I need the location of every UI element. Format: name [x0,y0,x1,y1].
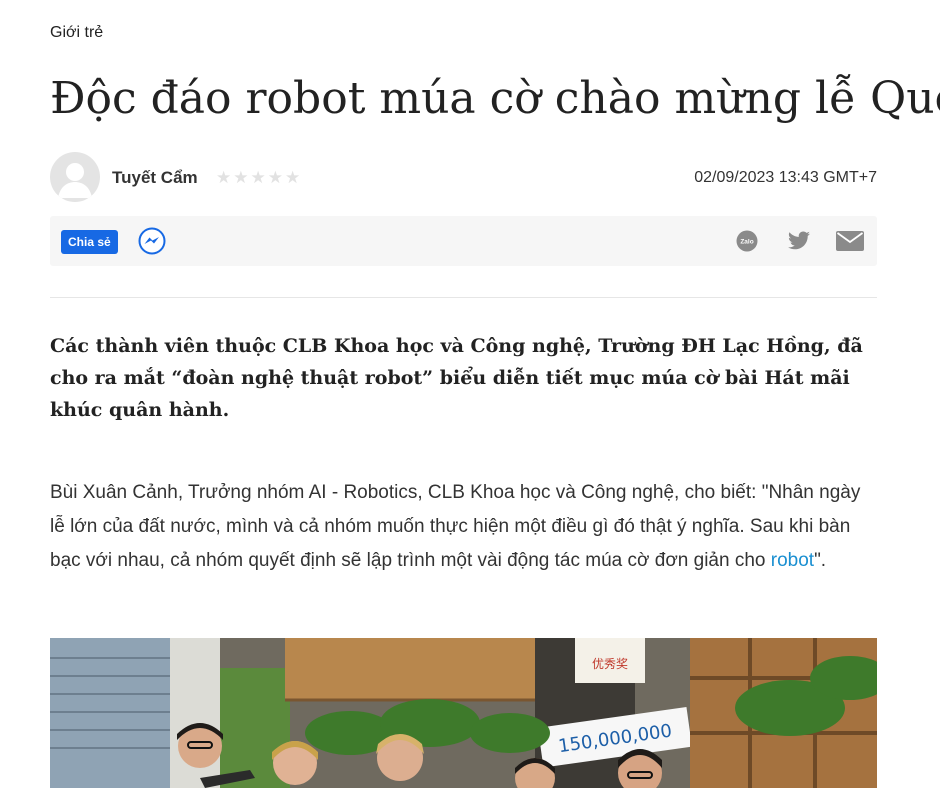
messenger-icon[interactable] [138,227,166,255]
article-photo-illustration: 优秀奖 150,000,000 [50,638,877,788]
avatar-placeholder-icon [58,163,92,198]
twitter-icon[interactable] [786,229,812,253]
rating-stars[interactable]: ★★★★★ [216,168,302,188]
robot-tag-link[interactable]: robot [771,550,814,571]
author-row: Tuyết Cẩm ★★★★★ 02/09/2023 13:43 GMT+7 [50,152,877,204]
author-name[interactable]: Tuyết Cẩm [112,168,198,188]
share-button[interactable]: Chia sẻ [61,230,118,254]
publish-timestamp: 02/09/2023 13:43 GMT+7 [694,169,877,186]
article-paragraph: Bùi Xuân Cảnh, Trưởng nhóm AI - Robotics… [50,476,877,578]
divider [50,297,877,298]
zalo-icon[interactable]: Zalo [736,230,758,252]
paragraph-text-end: ". [814,550,827,571]
author-avatar[interactable] [50,152,100,202]
poster-sign-text: 优秀奖 [592,657,628,671]
share-bar: Chia sẻ Zalo [50,216,877,266]
mail-icon[interactable] [836,231,864,251]
zalo-icon-label: Zalo [740,239,753,246]
article-photo[interactable]: 优秀奖 150,000,000 [50,638,877,788]
article-title: Độc đáo robot múa cờ chào mừng lễ Quốc k… [50,73,940,124]
article-sapo: Các thành viên thuộc CLB Khoa học và Côn… [50,335,863,421]
paragraph-text: Bùi Xuân Cảnh, Trưởng nhóm AI - Robotics… [50,482,861,571]
category-link[interactable]: Giới trẻ [50,24,103,42]
